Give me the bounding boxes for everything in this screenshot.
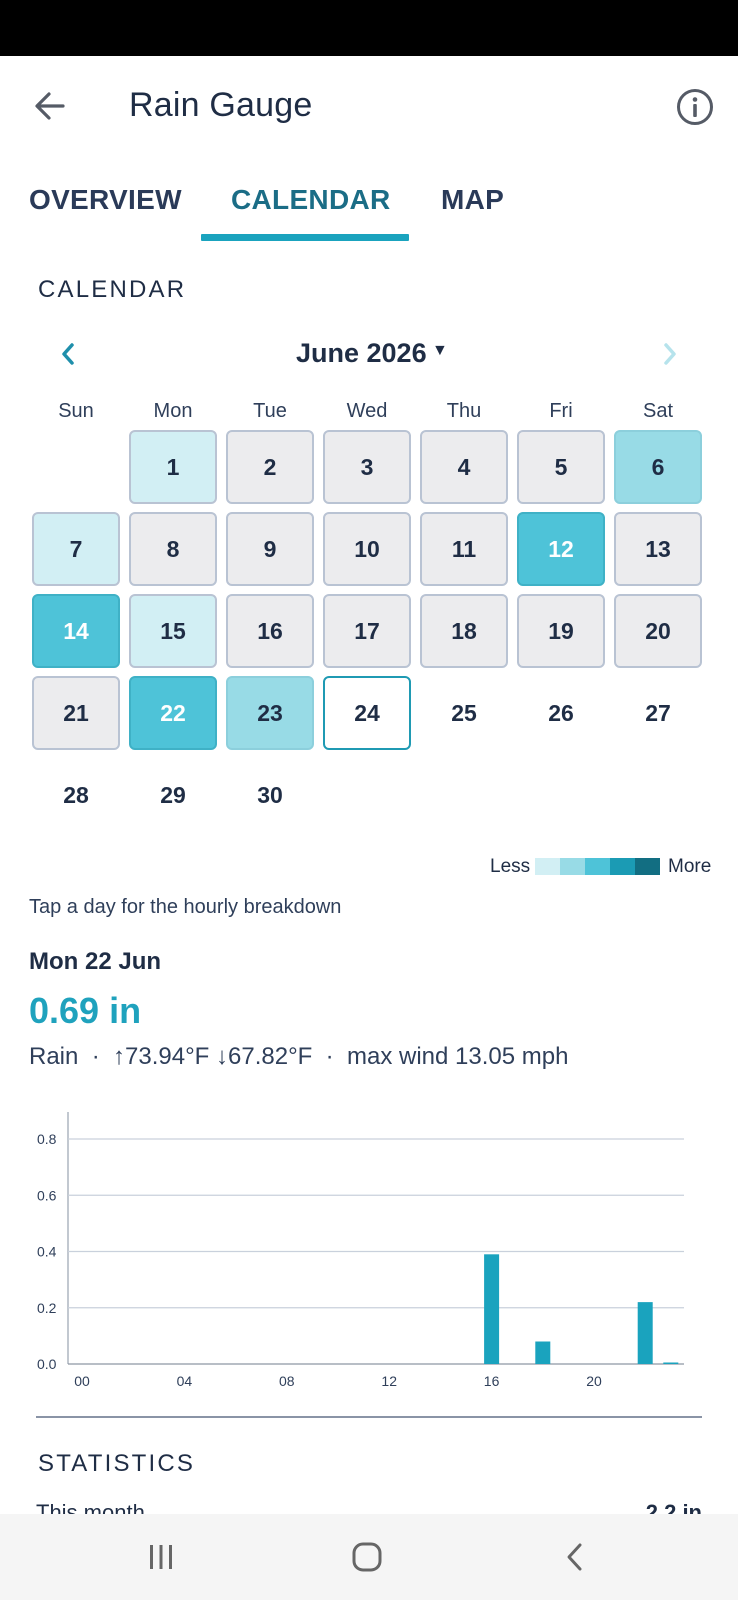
chart-bar	[484, 1254, 500, 1364]
y-tick-label: 0.0	[37, 1356, 57, 1372]
calendar-day[interactable]: 16	[226, 594, 314, 668]
weekday-label: Sat	[642, 400, 674, 422]
system-back-button[interactable]	[550, 1532, 600, 1582]
calendar-day[interactable]: 13	[614, 512, 702, 586]
recents-icon	[150, 1545, 172, 1569]
arrow-left-icon	[35, 92, 65, 120]
calendar-day[interactable]: 22	[129, 676, 217, 750]
chevron-left-icon	[62, 343, 74, 365]
info-button[interactable]	[674, 86, 716, 128]
tab-overview[interactable]: OVERVIEW	[29, 184, 182, 216]
stats-label: This month	[36, 1500, 145, 1514]
month-dropdown-caret[interactable]: ▼	[432, 342, 448, 360]
calendar-day[interactable]: 17	[323, 594, 411, 668]
calendar-day[interactable]: 3	[323, 430, 411, 504]
selected-day-label: Mon 22 Jun	[29, 948, 162, 975]
calendar-day[interactable]: 18	[420, 594, 508, 668]
y-tick-label: 0.8	[37, 1131, 57, 1147]
calendar-day[interactable]: 27	[614, 676, 702, 750]
y-tick-label: 0.4	[37, 1244, 57, 1260]
month-navigator: June 2026 ▼	[0, 330, 738, 380]
weekday-label: Tue	[253, 400, 287, 422]
status-bar	[0, 0, 738, 56]
tab-map[interactable]: MAP	[441, 184, 504, 216]
chart-bar	[663, 1362, 679, 1364]
selected-day-details: Rain · ↑73.94°F ↓67.82°F · max wind 13.0…	[29, 1043, 569, 1070]
stats-row-this-month: This month 2.2 in	[36, 1500, 702, 1514]
calendar-day[interactable]: 15	[129, 594, 217, 668]
next-month-button[interactable]	[650, 334, 690, 374]
weekday-label: Mon	[153, 400, 193, 422]
calendar-day[interactable]: 9	[226, 512, 314, 586]
x-tick-label: 00	[74, 1373, 90, 1389]
chevron-right-icon	[664, 343, 676, 365]
calendar-day[interactable]: 6	[614, 430, 702, 504]
home-icon	[352, 1542, 382, 1572]
calendar-day[interactable]: 8	[129, 512, 217, 586]
calendar-day[interactable]: 21	[32, 676, 120, 750]
stats-value: 2.2 in	[645, 1500, 702, 1514]
calendar-day[interactable]: 25	[420, 676, 508, 750]
calendar-day[interactable]: 1	[129, 430, 217, 504]
home-button[interactable]	[342, 1532, 392, 1582]
legend-swatch	[610, 858, 635, 875]
calendar-section-label: CALENDAR	[38, 276, 187, 303]
calendar-day[interactable]: 26	[517, 676, 605, 750]
legend-swatch	[585, 858, 610, 875]
legend-swatch	[635, 858, 660, 875]
tab-bar: OVERVIEW CALENDAR MAP	[0, 170, 738, 244]
weekday-label: Wed	[346, 400, 388, 422]
y-tick-label: 0.6	[37, 1187, 57, 1203]
hourly-rain-chart: 0.0 0.2 0.4 0.6 0.8 00 04 08 12 16 20	[37, 1112, 684, 1389]
chart-bar	[637, 1302, 653, 1364]
month-label[interactable]: June 2026	[296, 338, 427, 369]
selected-day-amount: 0.69 in	[29, 990, 142, 1031]
calendar-day[interactable]: 4	[420, 430, 508, 504]
x-tick-label: 12	[381, 1373, 397, 1389]
app-bar: Rain Gauge	[0, 56, 738, 160]
back-chevron-icon	[567, 1543, 582, 1571]
calendar-day[interactable]: 23	[226, 676, 314, 750]
tab-calendar[interactable]: CALENDAR	[231, 184, 391, 216]
calendar-day[interactable]: 29	[129, 758, 217, 832]
weekday-label: Fri	[549, 400, 573, 422]
calendar-day[interactable]: 11	[420, 512, 508, 586]
calendar-day[interactable]: 12	[517, 512, 605, 586]
calendar-day[interactable]: 14	[32, 594, 120, 668]
calendar-day[interactable]: 5	[517, 430, 605, 504]
weekday-label: Sun	[58, 400, 94, 422]
x-tick-label: 08	[279, 1373, 295, 1389]
legend-less-label: Less	[490, 856, 531, 877]
section-divider	[36, 1416, 702, 1418]
legend-swatch	[535, 858, 560, 875]
legend-more-label: More	[668, 856, 712, 877]
legend-swatch	[560, 858, 585, 875]
active-tab-indicator	[201, 234, 409, 241]
calendar-day[interactable]: 20	[614, 594, 702, 668]
calendar-day[interactable]: 7	[32, 512, 120, 586]
recents-button[interactable]	[136, 1532, 186, 1582]
back-button[interactable]	[30, 86, 70, 126]
page-title: Rain Gauge	[129, 86, 313, 124]
hint-text: Tap a day for the hourly breakdown	[29, 896, 342, 918]
statistics-title: STATISTICS	[38, 1450, 196, 1477]
calendar-day[interactable]: 2	[226, 430, 314, 504]
x-tick-label: 04	[177, 1373, 193, 1389]
calendar-day[interactable]: 28	[32, 758, 120, 832]
previous-month-button[interactable]	[48, 334, 88, 374]
calendar-day[interactable]: 10	[323, 512, 411, 586]
calendar-day-today[interactable]: 24	[323, 676, 411, 750]
x-tick-label: 20	[586, 1373, 602, 1389]
chart-bar	[535, 1341, 551, 1364]
x-tick-label: 16	[484, 1373, 500, 1389]
system-navigation-bar	[0, 1514, 738, 1600]
calendar-day[interactable]: 30	[226, 758, 314, 832]
info-circle-icon	[677, 89, 713, 125]
weekday-label: Thu	[446, 400, 482, 422]
calendar-day[interactable]: 19	[517, 594, 605, 668]
y-tick-label: 0.2	[37, 1300, 57, 1316]
